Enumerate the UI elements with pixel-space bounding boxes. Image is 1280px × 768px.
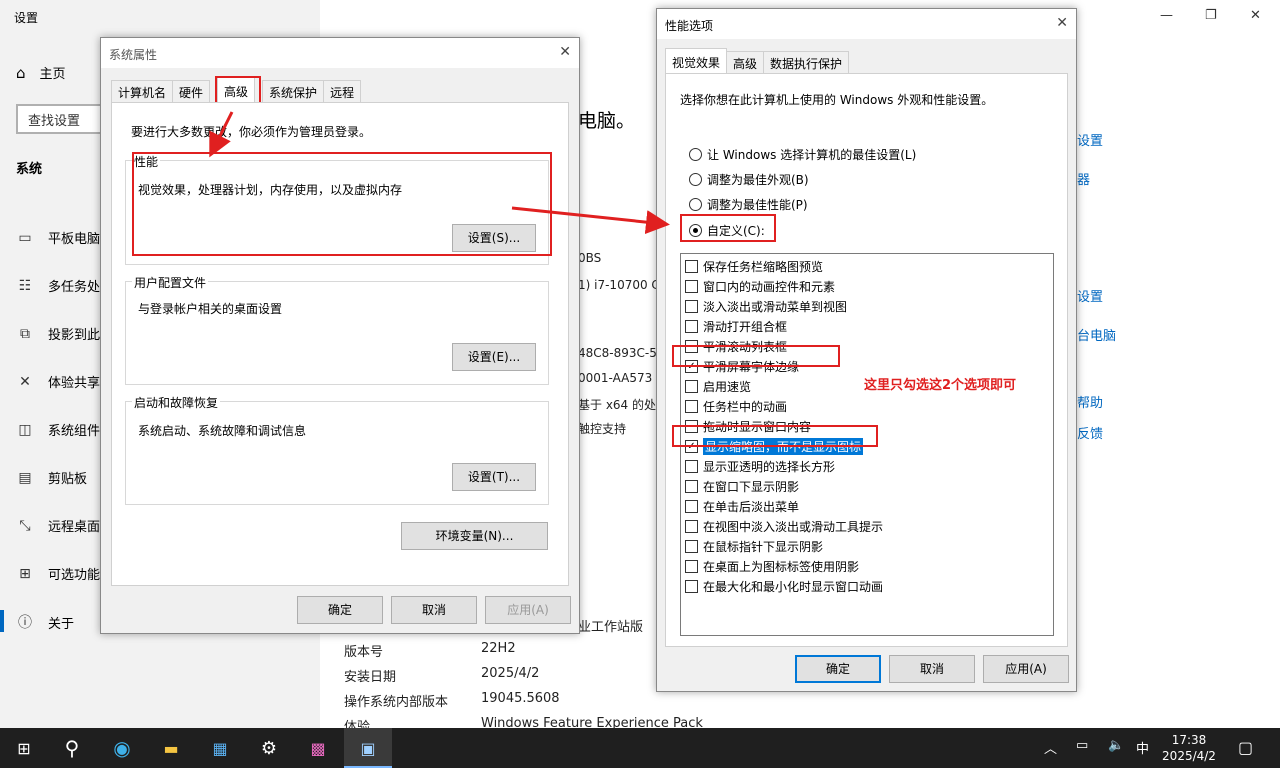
file-explorer-icon[interactable]: ▬ xyxy=(157,734,185,762)
notifications-icon[interactable]: ▢ xyxy=(1238,738,1253,757)
clock-date: 2025/4/2 xyxy=(1162,749,1216,763)
clock-time: 17:38 xyxy=(1171,733,1207,747)
gear-icon[interactable]: ⚙ xyxy=(255,734,283,762)
annotation-arrows xyxy=(209,111,670,235)
arrow-to-custom xyxy=(511,206,670,235)
windows-start-icon[interactable]: ⊞ xyxy=(10,734,38,762)
ime-indicator[interactable]: 中 xyxy=(1136,738,1149,757)
network-icon[interactable]: ▭ xyxy=(1076,738,1088,753)
system-clock[interactable]: 17:38 2025/4/2 xyxy=(1156,732,1222,764)
chevron-up-icon[interactable]: ︿ xyxy=(1044,738,1057,757)
arrow-to-performance xyxy=(209,111,234,158)
edge-browser-icon[interactable]: ◉ xyxy=(108,734,136,762)
search-icon[interactable]: ⚲ xyxy=(58,734,86,762)
volume-icon[interactable]: 🔈 xyxy=(1108,738,1124,753)
system-properties-app-icon[interactable]: ▣ xyxy=(354,734,382,762)
control-panel-icon[interactable]: ▦ xyxy=(206,734,234,762)
store-app-icon[interactable]: ▩ xyxy=(304,734,332,762)
